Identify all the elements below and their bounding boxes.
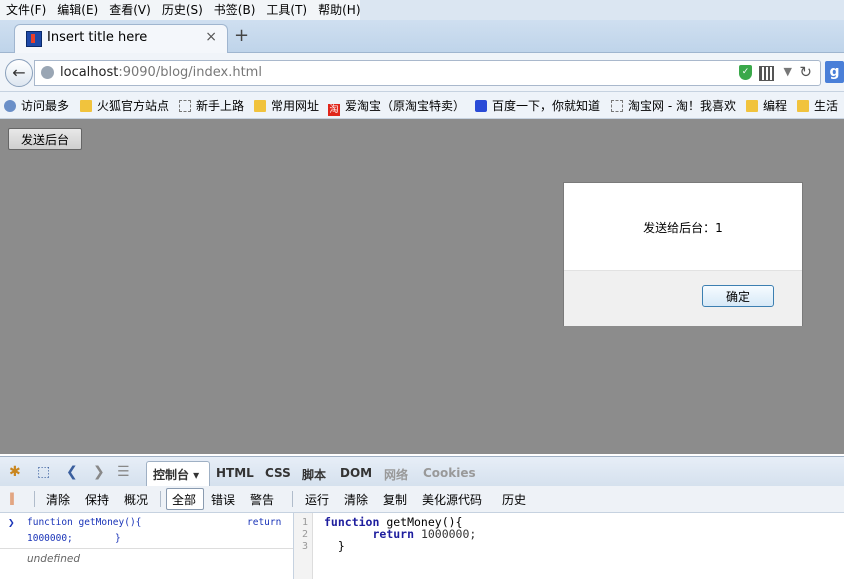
profile-button[interactable]: 概况 — [124, 491, 148, 508]
browser-tab[interactable]: Insert title here × — [14, 24, 228, 53]
console-line: return — [247, 517, 282, 528]
console-line: 1000000; — [27, 533, 73, 544]
tab-html[interactable]: HTML — [216, 466, 254, 480]
bookmark-common-sites[interactable]: 常用网址 — [254, 97, 319, 114]
console-output: ❯ function getMoney(){ return 1000000; }… — [0, 513, 294, 579]
new-tab-button[interactable]: + — [234, 25, 249, 46]
tab-css[interactable]: CSS — [265, 466, 291, 480]
prompt-chevron-icon: ❯ — [8, 516, 15, 529]
filter-warnings-button[interactable]: 警告 — [250, 491, 274, 508]
qr-code-icon[interactable] — [759, 66, 774, 81]
address-bar[interactable]: localhost:9090/blog/index.html ✓ ▼ ↻ — [34, 60, 821, 86]
run-button[interactable]: 运行 — [305, 491, 329, 508]
line-number-gutter: 1 2 3 — [294, 513, 313, 579]
page-favicon-icon — [26, 31, 42, 47]
url-text: localhost:9090/blog/index.html — [60, 65, 262, 80]
tab-strip: Insert title here × — [0, 20, 844, 53]
bookmark-ai-taobao[interactable]: 淘爱淘宝（原淘宝特卖） — [328, 97, 465, 116]
bookmarks-toolbar: 访问最多 火狐官方站点 新手上路 常用网址 淘爱淘宝（原淘宝特卖） 百度一下，你… — [0, 92, 844, 119]
history-button[interactable]: 历史 — [502, 491, 526, 508]
close-icon[interactable]: × — [205, 29, 217, 45]
tab-network[interactable]: 网络 — [384, 466, 408, 483]
dialog-message: 发送给后台：1 — [643, 221, 723, 235]
ok-button[interactable]: 确定 — [702, 285, 774, 307]
bookmark-programming[interactable]: 编程 — [746, 97, 787, 114]
step-icon[interactable]: ☰ — [117, 464, 130, 480]
most-visited-icon — [4, 100, 16, 112]
dialog-footer: 确定 — [564, 270, 802, 326]
menu-bar: 文件(F) 编辑(E) 查看(V) 历史(S) 书签(B) 工具(T) 帮助(H) — [0, 0, 844, 20]
bookmark-getting-started[interactable]: 新手上路 — [179, 97, 244, 114]
folder-icon — [746, 100, 758, 112]
menu-bookmarks[interactable]: 书签(B) — [208, 0, 261, 18]
menu-view[interactable]: 查看(V) — [103, 0, 156, 18]
bookmark-most-visited[interactable]: 访问最多 — [4, 97, 69, 114]
filter-errors-button[interactable]: 错误 — [211, 491, 235, 508]
folder-icon — [80, 100, 92, 112]
bookmark-life[interactable]: 生活 — [797, 97, 838, 114]
google-search-icon[interactable]: g — [825, 61, 844, 83]
tab-script[interactable]: 脚本 — [302, 466, 326, 483]
menu-file[interactable]: 文件(F) — [0, 0, 51, 18]
menu-edit[interactable]: 编辑(E) — [51, 0, 103, 18]
console-line: } — [115, 533, 121, 544]
page-icon — [611, 100, 623, 112]
tab-title: Insert title here — [47, 30, 148, 45]
chevron-right-icon[interactable]: ❯ — [93, 464, 105, 480]
tab-console[interactable]: 控制台 ▾ — [153, 466, 199, 483]
bookmark-firefox-site[interactable]: 火狐官方站点 — [80, 97, 169, 114]
copy-button[interactable]: 复制 — [383, 491, 407, 508]
menu-tools[interactable]: 工具(T) — [260, 0, 312, 18]
inspect-icon[interactable]: ⬚ — [37, 464, 50, 480]
alert-dialog: 发送给后台：1 确定 — [563, 182, 803, 326]
console-result: undefined — [27, 553, 80, 565]
editor-code: function getMoney(){ return 1000000; } — [324, 515, 477, 553]
clear-button[interactable]: 清除 — [46, 491, 70, 508]
send-to-backend-button[interactable]: 发送后台 — [8, 128, 82, 150]
pretty-print-button[interactable]: 美化源代码 — [422, 491, 482, 508]
devtools-tab-bar: ✱ ⬚ ❮ ❯ ☰ 控制台 ▾ HTML CSS 脚本 DOM 网络 Cooki… — [0, 456, 844, 487]
console-line: function getMoney(){ — [27, 517, 142, 528]
page-icon — [179, 100, 191, 112]
back-button[interactable]: ← — [5, 59, 33, 87]
arrow-left-icon: ← — [12, 63, 26, 82]
folder-icon — [797, 100, 809, 112]
filter-all-button[interactable]: 全部 — [172, 491, 196, 508]
shield-icon[interactable]: ✓ — [739, 65, 752, 80]
tab-dom[interactable]: DOM — [340, 466, 372, 480]
folder-icon — [254, 100, 266, 112]
chevron-left-icon[interactable]: ❮ — [66, 464, 78, 480]
bookmark-baidu[interactable]: 百度一下，你就知道 — [475, 97, 600, 114]
command-editor[interactable]: 1 2 3 function getMoney(){ return 100000… — [294, 513, 844, 579]
navigation-bar: ← localhost:9090/blog/index.html ✓ ▼ ↻ — [0, 53, 844, 92]
firebug-icon[interactable]: ✱ — [9, 464, 21, 480]
menu-history[interactable]: 历史(S) — [156, 0, 208, 18]
baidu-paw-icon — [475, 100, 487, 112]
tab-cookies[interactable]: Cookies — [423, 466, 476, 480]
dropdown-arrow-icon[interactable]: ▼ — [784, 65, 792, 78]
menu-help[interactable]: 帮助(H) — [312, 0, 365, 18]
taobao-icon: 淘 — [328, 104, 340, 116]
pause-icon[interactable]: ‖ — [9, 491, 15, 505]
globe-icon — [41, 66, 54, 79]
console-toolbar: ‖ 清除 保持 概况 全部 错误 警告 运行 清除 复制 美化源代码 历史 — [0, 486, 844, 513]
reload-icon[interactable]: ↻ — [799, 63, 812, 81]
clear-editor-button[interactable]: 清除 — [344, 491, 368, 508]
bookmark-taobao[interactable]: 淘宝网 - 淘！我喜欢 — [611, 97, 736, 114]
persist-button[interactable]: 保持 — [85, 491, 109, 508]
